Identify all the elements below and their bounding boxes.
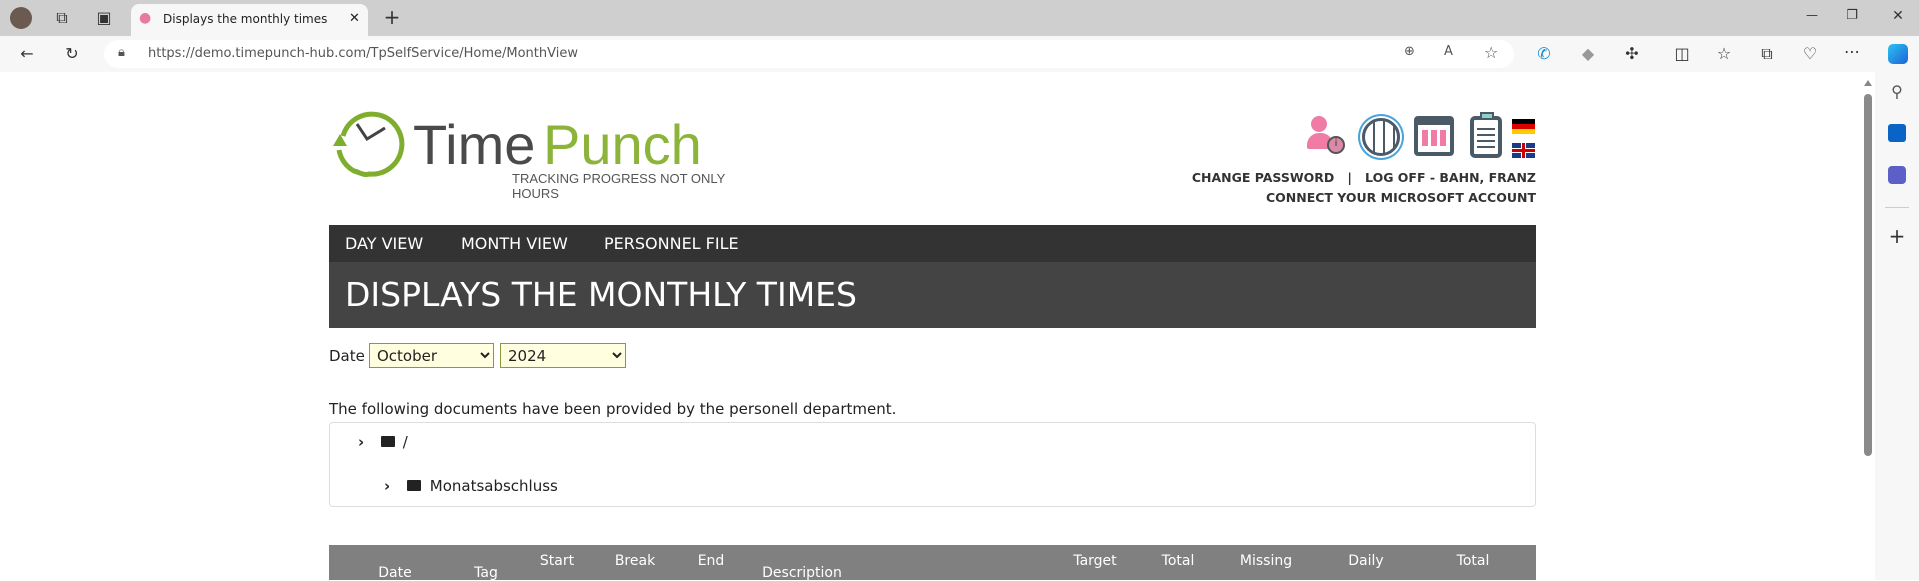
col-start: Start [539, 553, 575, 569]
extension-diamond-icon[interactable]: ◆ [1576, 44, 1600, 63]
clock-logo-icon [333, 111, 405, 178]
col-target: Target [1073, 553, 1117, 569]
year-select[interactable]: 2024 [500, 343, 626, 368]
scroll-up-arrow-icon[interactable] [1864, 80, 1872, 86]
tab-title: Displays the monthly times [163, 12, 328, 26]
nav-day-view[interactable]: DAY VIEW [345, 234, 423, 253]
folder-icon [406, 480, 421, 491]
logo-punch: Punch [543, 113, 702, 176]
back-icon[interactable]: ← [15, 44, 39, 63]
teams-icon[interactable] [1888, 166, 1906, 184]
page-scrollbar[interactable] [1862, 76, 1874, 580]
col-break: Break [614, 553, 656, 569]
col-date: Date [378, 565, 412, 581]
vertical-tabs-icon[interactable]: ▣ [92, 8, 116, 27]
date-label: Date [329, 347, 365, 365]
browser-essentials-icon[interactable]: ♡ [1798, 44, 1822, 63]
minimize-button[interactable]: — [1800, 8, 1824, 22]
edge-sidebar: ⚲ + [1875, 72, 1919, 580]
user-info-icon[interactable]: i [1307, 116, 1347, 158]
zoom-icon[interactable]: ⊕ [1404, 44, 1415, 59]
nav-month-view[interactable]: MONTH VIEW [461, 234, 568, 253]
documents-tree: › / › Monatsabschluss [329, 422, 1536, 507]
header-links: CHANGE PASSWORD | LOG OFF - BAHN, FRANZ [1192, 167, 1536, 186]
folder-icon [380, 436, 395, 447]
sidebar-divider [1885, 207, 1909, 208]
url-text: https://demo.timepunch-hub.com/TpSelfSer… [148, 46, 578, 61]
profile-avatar[interactable] [10, 7, 32, 29]
scrollbar-thumb[interactable] [1864, 94, 1872, 456]
lock-icon: 🔒︎ [118, 45, 125, 60]
page-title: DISPLAYS THE MONTHLY TIMES [345, 275, 857, 314]
log-off-link[interactable]: LOG OFF - BAHN, FRANZ [1365, 170, 1536, 185]
search-icon[interactable]: ⚲ [1885, 82, 1909, 101]
connect-microsoft-link[interactable]: CONNECT YOUR MICROSOFT ACCOUNT [1266, 190, 1536, 205]
favorite-star-icon[interactable]: ☆ [1484, 43, 1498, 62]
month-select[interactable]: October [369, 343, 494, 368]
globe-icon[interactable] [1362, 118, 1400, 156]
tab-close-icon[interactable]: ✕ [349, 11, 360, 26]
read-aloud-icon[interactable]: A [1444, 44, 1453, 59]
chevron-right-icon[interactable]: › [384, 477, 390, 495]
timepunch-logo[interactable]: Time Punch TRACKING PROGRESS NOT ONLY HO… [329, 106, 769, 201]
tab-favicon-user-icon: ● [139, 10, 152, 26]
col-daily: Daily [1348, 553, 1384, 569]
workspaces-icon[interactable]: ⧉ [50, 8, 74, 28]
close-window-button[interactable]: ✕ [1886, 8, 1910, 24]
main-nav: DAY VIEW MONTH VIEW PERSONNEL FILE [329, 225, 1536, 262]
address-bar[interactable]: 🔒︎ https://demo.timepunch-hub.com/TpSelf… [104, 40, 1514, 68]
chevron-right-icon[interactable]: › [358, 433, 364, 451]
logo-tagline: TRACKING PROGRESS NOT ONLY HOURS [512, 171, 726, 201]
col-description: Description [762, 565, 842, 581]
favorites-icon[interactable]: ☆ [1712, 44, 1736, 63]
calendar-icon[interactable] [1414, 116, 1454, 156]
title-bar: DISPLAYS THE MONTHLY TIMES [329, 262, 1536, 328]
month-table-header: Date Tag Start Break End Description Tar… [329, 545, 1536, 581]
logo-time: Time [413, 113, 536, 176]
col-tag: Tag [474, 565, 498, 581]
tree-node-label: Monatsabschluss [429, 477, 558, 495]
link-separator: | [1347, 170, 1352, 185]
browser-toolbar: ← ↻ 🔒︎ https://demo.timepunch-hub.com/Tp… [0, 36, 1919, 72]
col-total: Total [1161, 553, 1195, 569]
copilot-icon[interactable] [1888, 44, 1908, 64]
refresh-icon[interactable]: ↻ [60, 44, 84, 63]
active-tab[interactable]: ● Displays the monthly times ✕ [131, 4, 368, 36]
clipboard-checklist-icon[interactable] [1470, 112, 1502, 158]
nav-personnel-file[interactable]: PERSONNEL FILE [604, 234, 739, 253]
extensions-icon[interactable]: ✣ [1620, 44, 1644, 63]
documents-intro: The following documents have been provid… [329, 400, 897, 418]
phone-icon[interactable]: ✆ [1532, 44, 1556, 63]
german-flag-icon[interactable] [1512, 119, 1535, 134]
split-screen-icon[interactable]: ◫ [1670, 44, 1694, 63]
uk-flag-icon[interactable] [1512, 143, 1535, 158]
restore-button[interactable]: ❐ [1840, 8, 1864, 23]
collections-icon[interactable]: ⧉ [1755, 44, 1779, 64]
browser-tab-strip: ⧉ ▣ ● Displays the monthly times ✕ + — ❐… [0, 0, 1919, 36]
col-total-cumulative: Total [1456, 553, 1490, 569]
more-menu-icon[interactable]: ⋯ [1840, 42, 1864, 61]
col-missing: Missing [1239, 553, 1293, 569]
outlook-icon[interactable] [1888, 124, 1906, 142]
add-icon[interactable]: + [1885, 224, 1909, 248]
tree-node-label: / [402, 433, 408, 451]
col-end: End [697, 553, 725, 569]
tree-node-monatsabschluss[interactable]: › Monatsabschluss [384, 477, 558, 495]
tree-node-root[interactable]: › / [358, 433, 408, 451]
new-tab-button[interactable]: + [380, 5, 404, 29]
change-password-link[interactable]: CHANGE PASSWORD [1192, 170, 1334, 185]
